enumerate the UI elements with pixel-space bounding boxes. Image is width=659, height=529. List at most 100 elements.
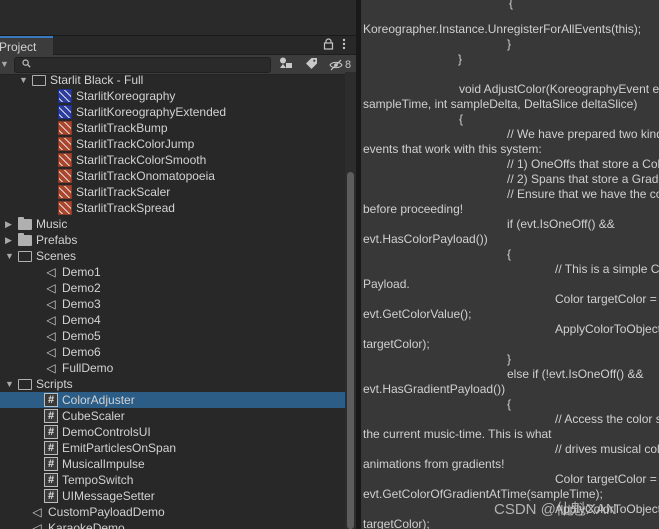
folder-icon xyxy=(18,233,32,246)
csharp-script-icon: # xyxy=(44,393,58,407)
tree-row[interactable]: ◁ Demo4 xyxy=(0,312,345,328)
expanded-arrow-icon[interactable]: ▼ xyxy=(5,376,14,392)
scene-icon: ◁ xyxy=(46,265,56,279)
code-line: Color targetColor = xyxy=(555,472,657,486)
tree-row[interactable]: StarlitTrackScaler xyxy=(0,184,345,200)
tree-row-label: StarlitTrackScaler xyxy=(76,185,171,199)
search-icon xyxy=(22,59,31,71)
tree-row-label: StarlitTrackColorSmooth xyxy=(76,153,207,167)
tree-row[interactable]: StarlitTrackOnomatopoeia xyxy=(0,168,345,184)
tree-row-label: Scripts xyxy=(36,377,73,391)
tree-row[interactable]: # ColorAdjuster xyxy=(0,392,345,408)
tree-row[interactable]: StarlitTrackColorJump xyxy=(0,136,345,152)
expanded-arrow-icon[interactable]: ▼ xyxy=(5,248,14,264)
hidden-packages-toggle[interactable]: 8 xyxy=(328,57,356,73)
track-asset-icon xyxy=(58,201,72,215)
tree-row[interactable]: # EmitParticlesOnSpan xyxy=(0,440,345,456)
filter-by-type-icon[interactable] xyxy=(278,57,294,73)
code-line: { xyxy=(507,397,512,411)
tree-row[interactable]: # CubeScaler xyxy=(0,408,345,424)
search-field[interactable] xyxy=(14,57,271,73)
project-window: Project ▼ 8 ▼ Starlit Black - Full Starl… xyxy=(0,0,356,529)
code-line: { xyxy=(459,112,464,126)
code-line: // Access the color specified at xyxy=(555,412,659,426)
scene-icon: ◁ xyxy=(46,313,56,327)
create-dropdown-icon[interactable]: ▼ xyxy=(0,59,9,69)
tree-row[interactable]: ◁ KaraokeDemo xyxy=(0,520,345,529)
tree-row[interactable]: StarlitTrackBump xyxy=(0,120,345,136)
code-line: targetColor); xyxy=(363,337,430,351)
tree-row-label: Demo2 xyxy=(62,281,101,295)
expanded-arrow-icon[interactable]: ▼ xyxy=(19,72,28,88)
folder-open-icon xyxy=(32,75,46,86)
code-line: { xyxy=(507,247,512,261)
code-line: ApplyColorToObjects(ref xyxy=(555,322,659,336)
tree-row-label: CubeScaler xyxy=(62,409,125,423)
tab-project-label: Project xyxy=(0,40,37,54)
tree-row[interactable]: ▶ Music xyxy=(0,216,345,232)
filter-by-label-icon[interactable] xyxy=(303,57,319,73)
tree-row[interactable]: ◁ Demo2 xyxy=(0,280,345,296)
tree-row-label: Demo3 xyxy=(62,297,101,311)
tree-row[interactable]: # UIMessageSetter xyxy=(0,488,345,504)
tree-row-label: Starlit Black - Full xyxy=(50,73,144,87)
tree-row[interactable]: ▼ Starlit Black - Full xyxy=(0,72,345,88)
tree-row-label: StarlitKoreographyExtended xyxy=(76,105,227,119)
track-asset-icon xyxy=(58,185,72,199)
code-line: void AdjustColor(KoreographyEvent evt, i… xyxy=(459,82,659,96)
code-line: // We have prepared two kinds of xyxy=(507,127,659,141)
code-line: the current music-time. This is what xyxy=(363,427,552,441)
tree-row[interactable]: ◁ Demo3 xyxy=(0,296,345,312)
scene-icon: ◁ xyxy=(46,345,56,359)
code-line: sampleTime, int sampleDelta, DeltaSlice … xyxy=(363,97,638,111)
project-tab-bar: Project xyxy=(0,36,356,55)
tree-row-label: Demo1 xyxy=(62,265,101,279)
code-line: Color targetColor = xyxy=(555,292,657,306)
search-input[interactable] xyxy=(35,58,265,72)
tree-row[interactable]: ◁ CustomPayloadDemo xyxy=(0,504,345,520)
tree-row[interactable]: ▶ Prefabs xyxy=(0,232,345,248)
code-line: before proceeding! xyxy=(363,202,464,216)
tree-row[interactable]: ◁ FullDemo xyxy=(0,360,345,376)
tree-row[interactable]: StarlitTrackColorSmooth xyxy=(0,152,345,168)
lock-icon[interactable] xyxy=(323,38,334,53)
tree-row-label: StarlitTrackSpread xyxy=(76,201,175,215)
tree-row-label: CustomPayloadDemo xyxy=(48,505,165,519)
track-asset-icon xyxy=(58,153,72,167)
project-tree: ▼ Starlit Black - Full StarlitKoreography S… xyxy=(0,72,345,529)
tree-row[interactable]: ◁ Demo1 xyxy=(0,264,345,280)
tree-scrollbar[interactable] xyxy=(345,72,356,529)
code-line: } xyxy=(507,37,512,51)
code-line: { xyxy=(509,0,514,10)
tree-row[interactable]: ◁ Demo6 xyxy=(0,344,345,360)
code-line: // 1) OneOffs that store a Color. xyxy=(507,157,659,171)
code-line: else if (!evt.IsOneOff() && xyxy=(507,367,644,381)
code-line: evt.HasGradientPayload()) xyxy=(363,382,506,396)
tree-row[interactable]: StarlitKoreographyExtended xyxy=(0,104,345,120)
csharp-script-icon: # xyxy=(44,457,58,471)
koreography-asset-icon xyxy=(58,89,72,103)
scrollbar-thumb[interactable] xyxy=(347,172,354,529)
tree-row[interactable]: ◁ Demo5 xyxy=(0,328,345,344)
tree-row[interactable]: ▼ Scripts xyxy=(0,376,345,392)
tree-row[interactable]: StarlitTrackSpread xyxy=(0,200,345,216)
code-line: // drives musical color xyxy=(555,442,659,456)
tree-row-label: StarlitKoreography xyxy=(76,89,176,103)
collapsed-arrow-icon[interactable]: ▶ xyxy=(5,232,12,248)
tab-project[interactable]: Project xyxy=(0,36,53,55)
tree-row[interactable]: ▼ Scenes xyxy=(0,248,345,264)
tree-row-label: EmitParticlesOnSpan xyxy=(62,441,177,455)
tree-row[interactable]: StarlitKoreography xyxy=(0,88,345,104)
tree-row[interactable]: # MusicalImpulse xyxy=(0,456,345,472)
csharp-script-icon: # xyxy=(44,473,58,487)
tree-row-label: StarlitTrackOnomatopoeia xyxy=(76,169,215,183)
scene-icon: ◁ xyxy=(32,521,42,529)
code-line: events that work with this system: xyxy=(363,142,542,156)
tree-row-label: Demo4 xyxy=(62,313,101,327)
scene-icon: ◁ xyxy=(46,281,56,295)
tree-row[interactable]: # TempoSwitch xyxy=(0,472,345,488)
collapsed-arrow-icon[interactable]: ▶ xyxy=(5,216,12,232)
tree-row[interactable]: # DemoControlsUI xyxy=(0,424,345,440)
folder-open-icon xyxy=(18,379,32,390)
kebab-menu-icon[interactable] xyxy=(342,38,346,53)
